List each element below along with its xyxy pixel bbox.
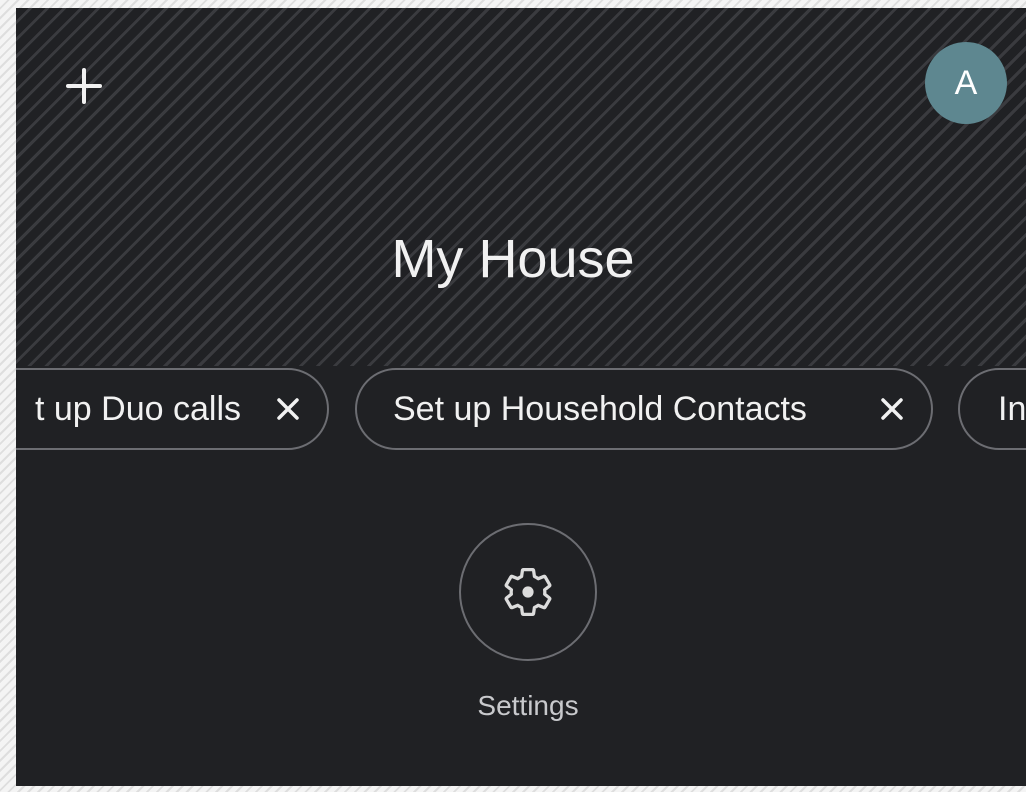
chip-label: Set up Household Contacts <box>393 389 807 428</box>
settings-button[interactable] <box>459 523 597 661</box>
chip-setup-duo-calls[interactable]: t up Duo calls <box>16 368 329 450</box>
close-icon[interactable] <box>875 392 909 426</box>
chip-label: t up Duo calls <box>35 389 241 428</box>
plus-icon <box>66 68 102 104</box>
screenshot-frame: A My House t up Duo calls Set up Househo… <box>0 0 1026 792</box>
gear-icon <box>504 567 552 617</box>
home-screen: A My House t up Duo calls Set up Househo… <box>16 8 1026 786</box>
account-avatar[interactable]: A <box>925 42 1007 124</box>
close-icon[interactable] <box>271 392 305 426</box>
add-button[interactable] <box>58 60 110 112</box>
header-banner: A My House <box>16 8 1026 366</box>
chip-label: In <box>998 389 1026 428</box>
chip-partial[interactable]: In <box>958 368 1026 450</box>
page-title: My House <box>391 229 635 289</box>
chip-setup-household-contacts[interactable]: Set up Household Contacts <box>355 368 933 450</box>
settings-label: Settings <box>477 690 579 721</box>
